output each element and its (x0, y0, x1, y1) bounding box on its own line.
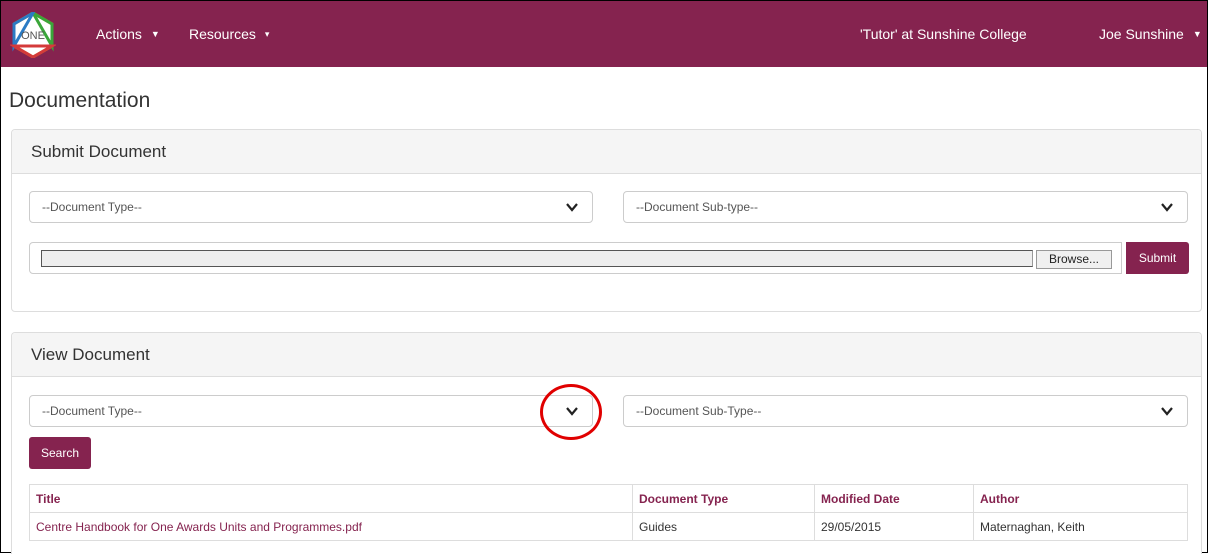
view-document-panel: View Document --Document Type-- --Docume… (11, 332, 1202, 554)
submit-document-subtype-select[interactable]: --Document Sub-type-- (623, 191, 1188, 223)
submit-document-panel: Submit Document --Document Type-- --Docu… (11, 129, 1202, 312)
role-text: 'Tutor' at Sunshine College (860, 26, 1027, 42)
caret-down-icon: ▼ (1192, 29, 1202, 39)
submit-document-type-select[interactable]: --Document Type-- (29, 191, 593, 223)
chevron-down-icon (1161, 203, 1173, 212)
author-cell: Maternaghan, Keith (973, 512, 1188, 541)
nav-actions-menu[interactable]: Actions ▼ (96, 1, 160, 67)
document-type-cell: Guides (632, 512, 815, 541)
select-value: --Document Type-- (42, 404, 142, 418)
file-upload-field: Browse... (29, 242, 1122, 274)
select-value: --Document Sub-type-- (636, 200, 759, 214)
column-header-document-type[interactable]: Document Type (632, 484, 815, 513)
nav-user-menu[interactable]: Joe Sunshine ▼ (1099, 1, 1202, 67)
table-row: Centre Handbook for One Awards Units and… (29, 512, 1188, 541)
select-value: --Document Sub-Type-- (636, 404, 762, 418)
view-document-subtype-select[interactable]: --Document Sub-Type-- (623, 395, 1188, 427)
column-header-modified-date[interactable]: Modified Date (814, 484, 974, 513)
column-header-title[interactable]: Title (29, 484, 633, 513)
nav-actions-label: Actions (96, 26, 142, 42)
nav-resources-menu[interactable]: Resources ▾ (189, 1, 269, 67)
chevron-down-icon (1161, 407, 1173, 416)
nav-role-label[interactable]: 'Tutor' at Sunshine College (860, 1, 1027, 67)
view-document-type-select[interactable]: --Document Type-- (29, 395, 593, 427)
column-header-author[interactable]: Author (973, 484, 1188, 513)
file-path-input[interactable] (41, 250, 1033, 267)
caret-down-icon: ▼ (150, 29, 160, 39)
page-title: Documentation (9, 89, 151, 112)
nav-resources-label: Resources (189, 26, 256, 42)
chevron-down-icon (566, 203, 578, 212)
select-value: --Document Type-- (42, 200, 142, 214)
search-button[interactable]: Search (29, 437, 91, 469)
document-title-link[interactable]: Centre Handbook for One Awards Units and… (29, 512, 633, 541)
modified-date-cell: 29/05/2015 (814, 512, 974, 541)
logo-text: ONE (21, 30, 45, 42)
submit-button[interactable]: Submit (1126, 242, 1189, 274)
top-navbar: ONE Actions ▼ Resources ▾ 'Tutor' at Sun… (1, 1, 1207, 67)
highlight-annotation-circle (540, 384, 602, 440)
user-name: Joe Sunshine (1099, 26, 1184, 42)
caret-down-icon: ▾ (264, 29, 270, 39)
browse-button[interactable]: Browse... (1036, 250, 1112, 269)
submit-panel-heading: Submit Document (12, 130, 1201, 174)
table-header-row: Title Document Type Modified Date Author (29, 484, 1188, 513)
view-panel-heading: View Document (12, 333, 1201, 377)
documents-table: Title Document Type Modified Date Author… (29, 484, 1188, 541)
one-awards-logo[interactable]: ONE (8, 8, 58, 59)
